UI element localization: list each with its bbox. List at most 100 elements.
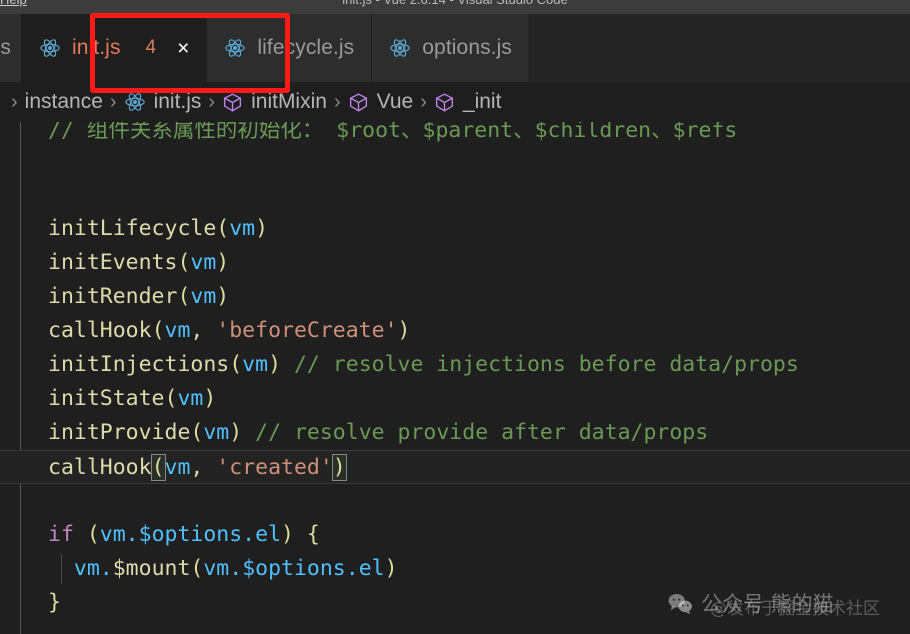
code-token: initInjections (48, 352, 230, 377)
code-token: ) (229, 420, 243, 445)
code-editor[interactable]: // 组件关系属性的初始化： $root、$parent、$children、$… (0, 122, 910, 634)
code-line[interactable]: initState(vm) (0, 382, 910, 416)
code-token: , (190, 318, 217, 343)
breadcrumb-item-instance[interactable]: instance (25, 90, 103, 114)
code-token: ( (190, 556, 204, 581)
code-line[interactable]: initInjections(vm) // resolve injections… (0, 348, 910, 382)
tab-init-js[interactable]: init.js 4 × (22, 14, 208, 82)
breadcrumb-item-init-js[interactable]: init.js (124, 90, 201, 114)
code-token: // resolve provide after data/props (255, 420, 709, 445)
code-token: ( (151, 318, 165, 343)
code-token: ) (216, 250, 230, 275)
code-token: // resolve injections before data/props (293, 352, 799, 377)
react-icon (40, 39, 60, 57)
code-line[interactable]: initLifecycle(vm) (0, 212, 910, 246)
breadcrumb-separator: › (208, 90, 216, 113)
code-token: callHook (48, 318, 152, 343)
code-token: ( (164, 386, 178, 411)
tab-label: options.js (422, 36, 512, 59)
code-token: ( (216, 216, 230, 241)
breadcrumb-item-label: instance (24, 90, 103, 113)
window-title: init.js - Vue 2.6.14 - Visual Studio Cod… (0, 0, 910, 7)
code-token: // 组件关系属性的初始化： $root、$parent、$children、$… (48, 122, 738, 143)
code-token: vm (164, 455, 191, 480)
code-token: initLifecycle (48, 216, 217, 241)
tab-unsaved-badge: 4 (145, 37, 157, 58)
tabbar-empty-area (530, 14, 910, 82)
breadcrumb-separator: › (109, 90, 117, 113)
breadcrumb-item-label: _init (462, 90, 502, 113)
code-line[interactable]: } (0, 586, 910, 620)
code-token: vm (164, 318, 191, 343)
code-line[interactable]: // 组件关系属性的初始化： $root、$parent、$children、$… (0, 122, 910, 144)
close-icon[interactable]: × (177, 38, 189, 59)
breadcrumb-separator: › (333, 90, 341, 113)
code-token: initRender (48, 284, 178, 309)
tab-options-js[interactable]: options.js (372, 14, 530, 82)
tab-lifecycle-js[interactable]: lifecycle.js (207, 14, 373, 82)
code-token: ) (203, 386, 217, 411)
cube-icon (349, 92, 367, 112)
code-token: vm (190, 284, 217, 309)
vscode-window: Help init.js - Vue 2.6.14 - Visual Studi… (0, 0, 910, 634)
code-token: ( (229, 352, 243, 377)
code-token: vm.$options.el (99, 522, 282, 547)
window-titlebar: Help init.js - Vue 2.6.14 - Visual Studi… (0, 0, 910, 14)
code-token: vm (177, 386, 204, 411)
cube-icon (224, 92, 242, 112)
bracket-match-highlight: ) (331, 454, 347, 481)
code-token: initProvide (48, 420, 191, 445)
code-line[interactable] (0, 484, 910, 518)
code-line[interactable]: initRender(vm) (0, 280, 910, 314)
code-token: vm (190, 250, 217, 275)
code-line[interactable]: callHook(vm, 'beforeCreate') (0, 314, 910, 348)
code-line[interactable]: if (vm.$options.el) { (0, 518, 910, 552)
code-token: vm (242, 352, 269, 377)
code-line[interactable] (0, 144, 910, 178)
code-line[interactable]: callHook(vm, 'created') (0, 450, 910, 484)
code-token: vm. (73, 556, 113, 581)
code-content[interactable]: // 组件关系属性的初始化： $root、$parent、$children、$… (0, 122, 910, 620)
breadcrumb-item-label: Vue (376, 90, 414, 113)
code-token: 'beforeCreate' (216, 318, 398, 343)
code-token: ( (177, 284, 191, 309)
code-line[interactable] (0, 178, 910, 212)
tab-label: lifecycle.js (257, 36, 355, 59)
code-token: ) (384, 556, 398, 581)
react-icon (225, 39, 246, 57)
code-token: callHook (48, 455, 152, 480)
code-token: ( (86, 522, 100, 547)
breadcrumb: › instance › init.js › initMixin › Vue › _init (0, 82, 910, 122)
code-token: { (306, 522, 320, 547)
breadcrumb-separator: › (420, 90, 427, 113)
code-token: $mount (112, 556, 191, 581)
code-token: ) (216, 284, 230, 309)
code-token: } (48, 590, 61, 615)
code-line[interactable]: initEvents(vm) (0, 246, 910, 280)
code-token: ) (255, 216, 269, 241)
code-token: ) (281, 522, 294, 547)
code-token: 'created' (216, 455, 333, 480)
code-token: if (48, 522, 74, 547)
code-token: vm (229, 216, 256, 241)
code-token: vm.$options.el (203, 556, 385, 581)
breadcrumb-item-initMixin[interactable]: initMixin (222, 90, 327, 114)
tab-partial-left[interactable]: s (0, 14, 22, 82)
tab-partial-label: s (0, 36, 11, 59)
code-token: ( (190, 420, 204, 445)
react-icon (124, 93, 145, 111)
bracket-match-highlight: ( (150, 454, 166, 481)
tab-label: init.js (72, 36, 121, 59)
react-icon (390, 39, 411, 57)
code-line[interactable]: vm.$mount(vm.$options.el) (0, 552, 910, 586)
breadcrumb-item-_init[interactable]: _init (434, 90, 502, 114)
indent-guide (61, 554, 62, 584)
code-line[interactable]: initProvide(vm) // resolve provide after… (0, 416, 910, 450)
code-token: initEvents (48, 250, 178, 275)
editor-tabbar: s init.js 4 × lifecycle.js options.js (0, 14, 910, 82)
breadcrumb-item-label: initMixin (251, 90, 327, 113)
cube-icon (435, 92, 453, 112)
breadcrumb-item-Vue[interactable]: Vue (348, 90, 414, 114)
